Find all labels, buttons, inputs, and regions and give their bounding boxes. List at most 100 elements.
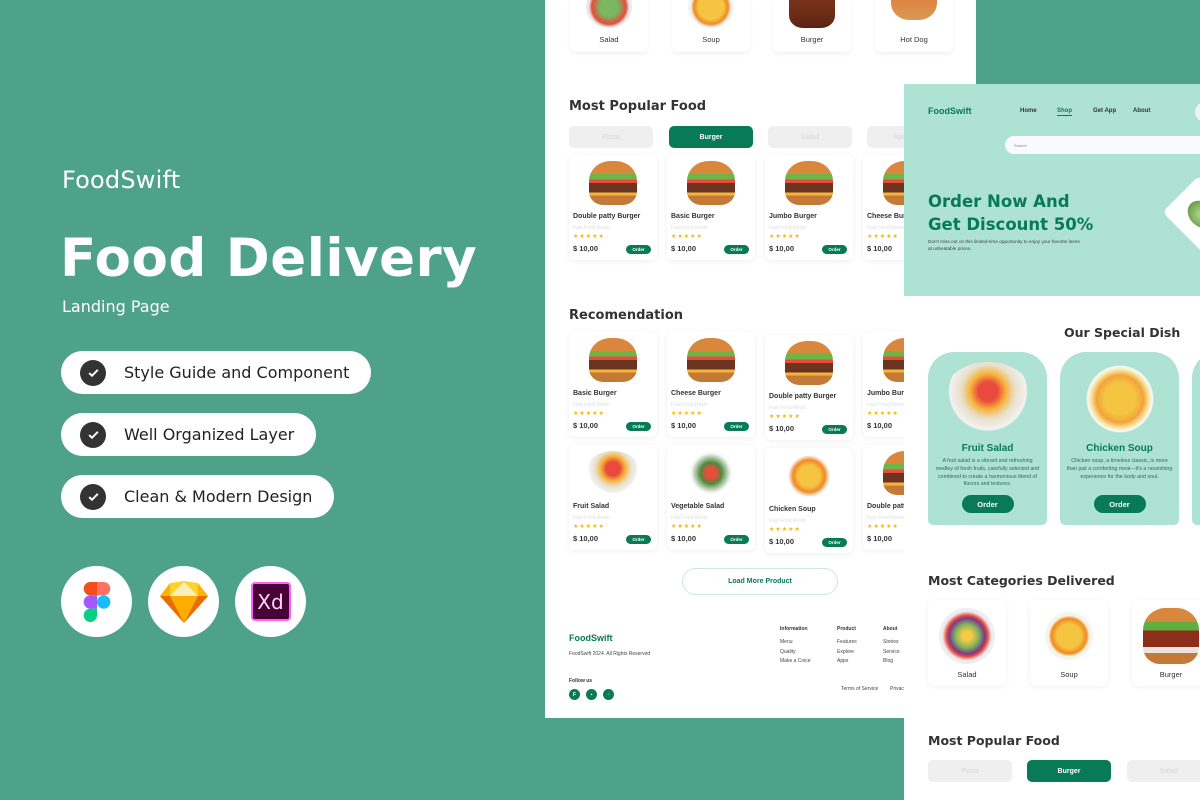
product-name: Jumbo Burger xyxy=(769,213,817,220)
footer-link[interactable]: Quality xyxy=(780,649,796,655)
product-image xyxy=(785,161,833,205)
category-card[interactable]: Soup xyxy=(1030,600,1108,686)
hotdog-image xyxy=(891,0,937,20)
product-image xyxy=(687,338,735,382)
order-button[interactable]: Order xyxy=(724,245,749,254)
footer-link[interactable]: Make a Coice xyxy=(780,658,811,664)
footer-link[interactable]: Explore xyxy=(837,649,854,655)
product-card[interactable]: Vegetable Salad Fast Food Resto ★★★★★ $ … xyxy=(667,445,755,550)
rating-stars: ★★★★★ xyxy=(769,527,801,533)
rating-stars: ★★★★★ xyxy=(573,411,605,417)
product-resto: Fast Food Resto xyxy=(769,225,806,231)
nav-brand[interactable]: FoodSwift xyxy=(928,106,972,116)
terms-link[interactable]: Terms of Service xyxy=(841,686,878,692)
order-button[interactable]: Order xyxy=(626,245,651,254)
salad-image xyxy=(586,0,632,28)
product-card[interactable]: Jumbo Burger Fast Food Resto ★★★★★ $ 10,… xyxy=(765,155,853,260)
check-icon xyxy=(80,483,106,510)
product-name: Basic Burger xyxy=(671,213,715,220)
order-button[interactable]: Order xyxy=(822,425,847,434)
category-label: Salad xyxy=(957,670,977,679)
feature-pill: Style Guide and Component xyxy=(61,351,372,394)
order-button[interactable]: Order xyxy=(1093,495,1146,513)
product-image xyxy=(589,161,637,205)
linkedin-icon[interactable]: ▪ xyxy=(586,689,597,700)
product-price: $ 10,00 xyxy=(671,421,697,430)
tab-pizza[interactable]: Pizza xyxy=(569,126,653,148)
product-card[interactable]: Basic Burger Fast Food Resto ★★★★★ $ 10,… xyxy=(667,155,755,260)
tab-pizza[interactable]: Pizza xyxy=(928,760,1012,782)
product-price: $ 10,00 xyxy=(573,534,599,543)
footer-link[interactable]: Menu xyxy=(780,639,793,645)
check-icon xyxy=(80,421,106,448)
dish-name: Chicken Soup xyxy=(1086,443,1153,454)
adobe-xd-icon: Xd xyxy=(235,566,306,637)
product-image xyxy=(589,338,637,382)
nav-get-app[interactable]: Get App xyxy=(1093,108,1116,114)
product-resto: Fast Food Resto xyxy=(769,405,806,411)
rating-stars: ★★★★★ xyxy=(671,411,703,417)
soup-image xyxy=(688,0,734,28)
category-card[interactable]: Burger xyxy=(773,0,851,52)
product-card[interactable]: Double patty Burger Fast Food Resto ★★★★… xyxy=(765,335,853,440)
order-button[interactable]: Order xyxy=(724,535,749,544)
check-icon xyxy=(80,359,106,386)
tab-salad[interactable]: Salad xyxy=(768,126,852,148)
search-input[interactable]: Search xyxy=(1005,136,1200,154)
category-card[interactable]: Salad xyxy=(570,0,648,52)
recommendation-title: Recomendation xyxy=(569,308,684,323)
dish-name: Fruit Salad xyxy=(961,443,1014,454)
footer-link[interactable]: Blog xyxy=(883,658,893,664)
product-card[interactable]: Fruit Salad Fast Food Resto ★★★★★ $ 10,0… xyxy=(569,445,657,550)
product-price: $ 10,00 xyxy=(867,534,893,543)
product-price: $ 10,00 xyxy=(573,244,599,253)
nav-about[interactable]: About xyxy=(1133,108,1150,114)
category-card[interactable]: Salad xyxy=(928,600,1006,686)
footer-col-title: Product xyxy=(837,626,856,632)
product-name: Double patty Burger xyxy=(573,213,641,220)
salad-image xyxy=(939,608,995,664)
product-price: $ 10,00 xyxy=(769,537,795,546)
product-name: Chicken Soup xyxy=(769,506,816,513)
category-label: Hot Dog xyxy=(900,35,928,44)
footer-link[interactable]: Features xyxy=(837,639,857,645)
product-card[interactable]: Double patty Burger Fast Food Resto ★★★★… xyxy=(569,155,657,260)
order-button[interactable]: Order xyxy=(822,245,847,254)
footer-link[interactable]: Stories xyxy=(883,639,899,645)
footer-link[interactable]: Apps xyxy=(837,658,848,664)
tab-salad[interactable]: Salad xyxy=(1127,760,1200,782)
order-button[interactable]: Order xyxy=(626,422,651,431)
footer-col-title: Information xyxy=(780,626,808,632)
order-button[interactable]: Order xyxy=(822,538,847,547)
facebook-icon[interactable]: F xyxy=(569,689,580,700)
load-more-button[interactable]: Load More Product xyxy=(682,568,838,595)
nav-shop[interactable]: Shop xyxy=(1057,108,1072,116)
footer-link[interactable]: Service xyxy=(883,649,900,655)
instagram-icon[interactable]: ▫ xyxy=(603,689,614,700)
product-resto: Fast Food Resto xyxy=(867,515,904,521)
avatar[interactable] xyxy=(1195,102,1200,122)
product-card[interactable]: Cheese Burger Fast Food Resto ★★★★★ $ 10… xyxy=(667,332,755,437)
product-price: $ 10,00 xyxy=(867,244,893,253)
dish-description: A fruit salad is a vibrant and refreshin… xyxy=(935,458,1040,488)
order-button[interactable]: Order xyxy=(626,535,651,544)
footer-brand: FoodSwift xyxy=(569,633,613,643)
special-dish-card: Chicken Soup Chicken soup, a timeless cl… xyxy=(1060,352,1179,525)
product-resto: Fast Food Resto xyxy=(671,515,708,521)
order-button[interactable]: Order xyxy=(724,422,749,431)
order-button[interactable]: Order xyxy=(961,495,1014,513)
category-card[interactable]: Burger xyxy=(1132,600,1200,686)
category-card[interactable]: Soup xyxy=(672,0,750,52)
rating-stars: ★★★★★ xyxy=(573,524,605,530)
feature-pill: Well Organized Layer xyxy=(61,413,317,456)
tab-burger[interactable]: Burger xyxy=(669,126,753,148)
rating-stars: ★★★★★ xyxy=(867,234,899,240)
category-card[interactable]: Hot Dog xyxy=(875,0,953,52)
product-resto: Fast Food Resto xyxy=(769,518,806,524)
product-card[interactable]: Chicken Soup Fast Food Resto ★★★★★ $ 10,… xyxy=(765,448,853,553)
tab-burger[interactable]: Burger xyxy=(1027,760,1111,782)
product-card[interactable]: Basic Burger Fast Food Resto ★★★★★ $ 10,… xyxy=(569,332,657,437)
product-price: $ 10,00 xyxy=(573,421,599,430)
nav-home[interactable]: Home xyxy=(1020,108,1037,114)
rating-stars: ★★★★★ xyxy=(671,524,703,530)
